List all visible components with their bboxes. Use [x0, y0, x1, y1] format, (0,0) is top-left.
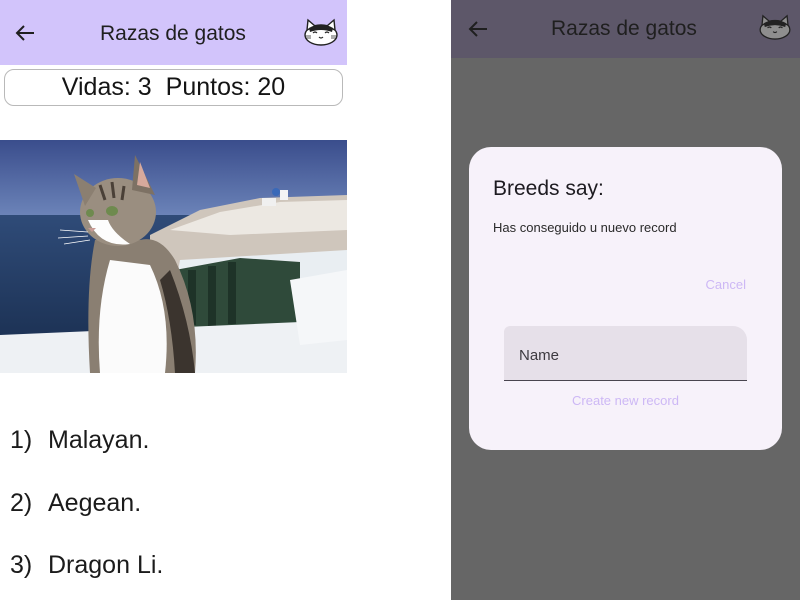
score-box: Vidas: 3 Puntos: 20 — [4, 69, 343, 106]
option-label: Dragon Li. — [48, 551, 164, 579]
arrow-left-icon — [468, 21, 487, 37]
app-title: Razas de gatos — [551, 17, 697, 40]
name-field[interactable] — [504, 326, 747, 381]
option-item-3[interactable]: 3) Dragon Li. — [10, 551, 163, 580]
cat-photo — [0, 140, 347, 373]
record-dialog-screen: Razas de gatos Breeds say: Has conseguid… — [451, 0, 800, 600]
dialog-message: Has conseguido u nuevo record — [493, 220, 677, 235]
option-item-2[interactable]: 2) Aegean. — [10, 489, 141, 518]
option-number: 3) — [10, 551, 33, 579]
cancel-button[interactable]: Cancel — [706, 277, 746, 292]
lives-counter: Vidas: 3 — [61, 73, 152, 101]
name-input[interactable] — [504, 326, 747, 380]
dialog-title: Breeds say: — [493, 177, 604, 200]
back-button[interactable] — [10, 20, 40, 46]
app-bar-dimmed: Razas de gatos — [451, 0, 800, 58]
cat-face-logo — [759, 14, 791, 40]
arrow-left-icon — [15, 25, 34, 41]
option-number: 2) — [10, 489, 33, 517]
option-label: Aegean. — [48, 489, 142, 517]
app-bar: Razas de gatos — [0, 0, 347, 65]
app-title: Razas de gatos — [100, 22, 246, 45]
option-label: Malayan. — [48, 426, 150, 454]
option-item-1[interactable]: 1) Malayan. — [10, 426, 149, 455]
option-number: 1) — [10, 426, 33, 454]
back-button — [463, 16, 493, 42]
cat-face-logo — [304, 18, 338, 46]
create-record-button[interactable]: Create new record — [469, 393, 782, 408]
quiz-screen: Razas de gatos Vidas: 3 Puntos: 20 1) Ma… — [0, 0, 347, 600]
points-counter: Puntos: 20 — [165, 73, 286, 101]
new-record-dialog: Breeds say: Has conseguido u nuevo recor… — [469, 147, 782, 450]
